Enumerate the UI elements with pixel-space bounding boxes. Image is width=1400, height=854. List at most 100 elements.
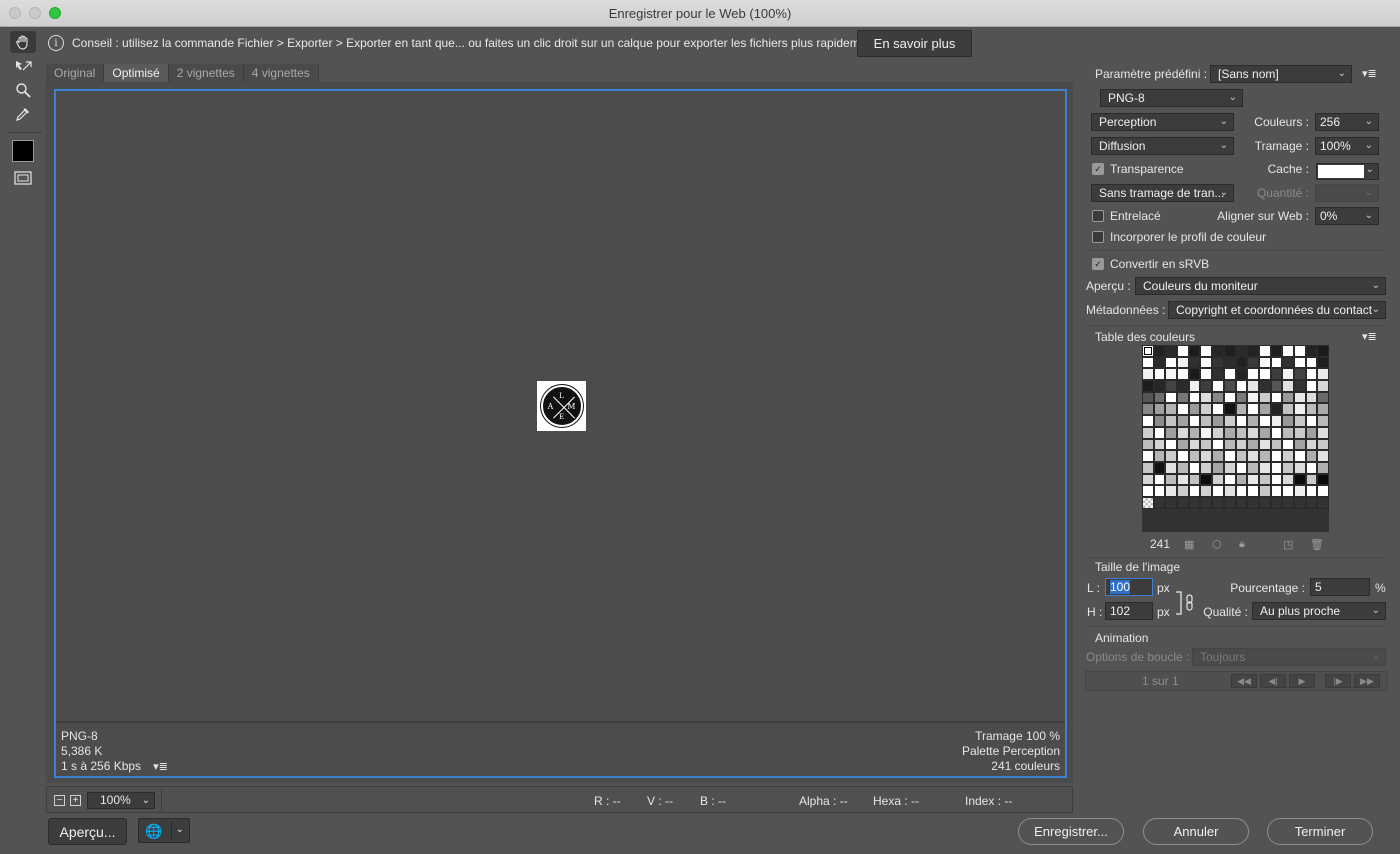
color-swatch[interactable] xyxy=(1188,461,1201,474)
color-swatch[interactable] xyxy=(1188,450,1201,462)
color-swatch[interactable] xyxy=(1153,426,1166,439)
color-swatch[interactable] xyxy=(1293,380,1306,392)
color-swatch[interactable] xyxy=(1317,461,1329,474)
color-swatch[interactable] xyxy=(1258,356,1271,369)
color-swatch[interactable] xyxy=(1258,496,1271,509)
color-swatch[interactable] xyxy=(1212,356,1224,369)
color-swatch[interactable] xyxy=(1200,426,1213,439)
color-swatch[interactable] xyxy=(1282,496,1294,509)
color-swatch[interactable] xyxy=(1235,345,1248,357)
color-swatch[interactable] xyxy=(1270,380,1283,392)
color-swatch[interactable] xyxy=(1165,450,1178,462)
color-swatch[interactable] xyxy=(1305,461,1318,474)
color-swatch[interactable] xyxy=(1212,450,1224,462)
color-swatch[interactable] xyxy=(1223,356,1236,369)
color-swatch[interactable] xyxy=(1317,496,1329,509)
color-swatch[interactable] xyxy=(1282,345,1294,357)
color-swatch[interactable] xyxy=(1142,345,1154,357)
color-swatch[interactable] xyxy=(1188,496,1201,509)
color-swatch[interactable] xyxy=(1200,415,1213,427)
dither-amount-select[interactable]: 100% ⌄ xyxy=(1315,137,1379,155)
color-swatch[interactable] xyxy=(1282,403,1294,416)
color-swatch[interactable] xyxy=(1317,356,1329,369)
color-swatch[interactable] xyxy=(1282,473,1294,486)
color-swatch[interactable] xyxy=(1212,415,1224,427)
color-swatch[interactable] xyxy=(1142,485,1154,497)
color-swatch[interactable] xyxy=(1142,426,1154,439)
color-swatch[interactable] xyxy=(1317,380,1329,392)
color-swatch[interactable] xyxy=(1165,368,1178,381)
color-swatch[interactable] xyxy=(1200,485,1213,497)
color-swatch[interactable] xyxy=(1270,345,1283,357)
color-swatch[interactable] xyxy=(1235,473,1248,486)
lock-color-icon[interactable]: 🔒︎ xyxy=(1239,538,1245,551)
map-transparent-icon[interactable]: ▦ xyxy=(1184,538,1194,551)
color-swatch[interactable] xyxy=(1200,473,1213,486)
color-swatch[interactable] xyxy=(1317,473,1329,486)
color-swatch[interactable] xyxy=(1305,380,1318,392)
color-swatch[interactable] xyxy=(1188,426,1201,439)
color-swatch[interactable] xyxy=(1247,438,1259,451)
color-swatch[interactable] xyxy=(1293,496,1306,509)
color-swatch[interactable] xyxy=(1235,391,1248,404)
color-swatch[interactable] xyxy=(1153,356,1166,369)
color-swatch[interactable] xyxy=(1165,356,1178,369)
embed-color-profile-checkbox[interactable] xyxy=(1092,231,1104,243)
color-swatch[interactable] xyxy=(1317,450,1329,462)
color-swatch[interactable] xyxy=(1212,345,1224,357)
color-swatch[interactable] xyxy=(1282,380,1294,392)
color-swatch[interactable] xyxy=(1153,345,1166,357)
color-swatch[interactable] xyxy=(1258,461,1271,474)
color-swatch[interactable] xyxy=(1247,345,1259,357)
color-swatch[interactable] xyxy=(1165,415,1178,427)
color-swatch[interactable] xyxy=(1153,438,1166,451)
color-swatch[interactable] xyxy=(1212,368,1224,381)
resample-quality-select[interactable]: Au plus proche ⌄ xyxy=(1252,602,1386,620)
color-swatch[interactable] xyxy=(1317,485,1329,497)
color-swatch[interactable] xyxy=(1153,485,1166,497)
color-swatch[interactable] xyxy=(1223,485,1236,497)
color-swatch[interactable] xyxy=(1142,368,1154,381)
color-swatch[interactable] xyxy=(1235,415,1248,427)
color-swatch[interactable] xyxy=(1188,473,1201,486)
color-swatch[interactable] xyxy=(1223,345,1236,357)
trash-icon[interactable]: 🗑︎ xyxy=(1310,538,1324,551)
color-swatch[interactable] xyxy=(1165,391,1178,404)
color-swatch[interactable] xyxy=(1142,450,1154,462)
color-swatch[interactable] xyxy=(1247,403,1259,416)
color-swatch[interactable] xyxy=(1282,391,1294,404)
transparency-checkbox[interactable]: ✓ xyxy=(1092,163,1104,175)
color-swatch[interactable] xyxy=(1223,380,1236,392)
color-swatch[interactable] xyxy=(1235,450,1248,462)
color-swatch[interactable] xyxy=(1247,391,1259,404)
color-swatch[interactable] xyxy=(1317,368,1329,381)
color-swatch[interactable] xyxy=(1212,391,1224,404)
color-swatch[interactable] xyxy=(1188,403,1201,416)
color-swatch[interactable] xyxy=(1212,496,1224,509)
color-swatch[interactable] xyxy=(1247,485,1259,497)
color-swatch[interactable] xyxy=(1270,368,1283,381)
color-swatch[interactable] xyxy=(1177,461,1189,474)
color-swatch[interactable] xyxy=(1258,380,1271,392)
color-swatch[interactable] xyxy=(1223,426,1236,439)
color-swatch[interactable] xyxy=(1305,496,1318,509)
color-swatch[interactable] xyxy=(1247,415,1259,427)
color-swatch[interactable] xyxy=(1200,380,1213,392)
color-swatch[interactable] xyxy=(1270,438,1283,451)
color-reduction-select[interactable]: Perception ⌄ xyxy=(1091,113,1234,131)
color-swatch[interactable] xyxy=(1258,485,1271,497)
color-swatch[interactable] xyxy=(1165,473,1178,486)
slice-select-tool-icon[interactable] xyxy=(10,55,36,77)
color-swatch[interactable] xyxy=(1305,438,1318,451)
color-swatch[interactable] xyxy=(1305,345,1318,357)
interlaced-checkbox[interactable] xyxy=(1092,210,1104,222)
color-swatch[interactable] xyxy=(1293,461,1306,474)
color-swatch[interactable] xyxy=(1212,438,1224,451)
chevron-down-icon[interactable]: ⌄ xyxy=(176,824,184,835)
color-swatch[interactable] xyxy=(1200,368,1213,381)
color-swatch[interactable] xyxy=(1305,473,1318,486)
eyedropper-tool-icon[interactable] xyxy=(10,103,36,125)
color-swatch[interactable] xyxy=(1165,403,1178,416)
color-swatch[interactable] xyxy=(1177,356,1189,369)
color-swatch[interactable] xyxy=(1200,450,1213,462)
